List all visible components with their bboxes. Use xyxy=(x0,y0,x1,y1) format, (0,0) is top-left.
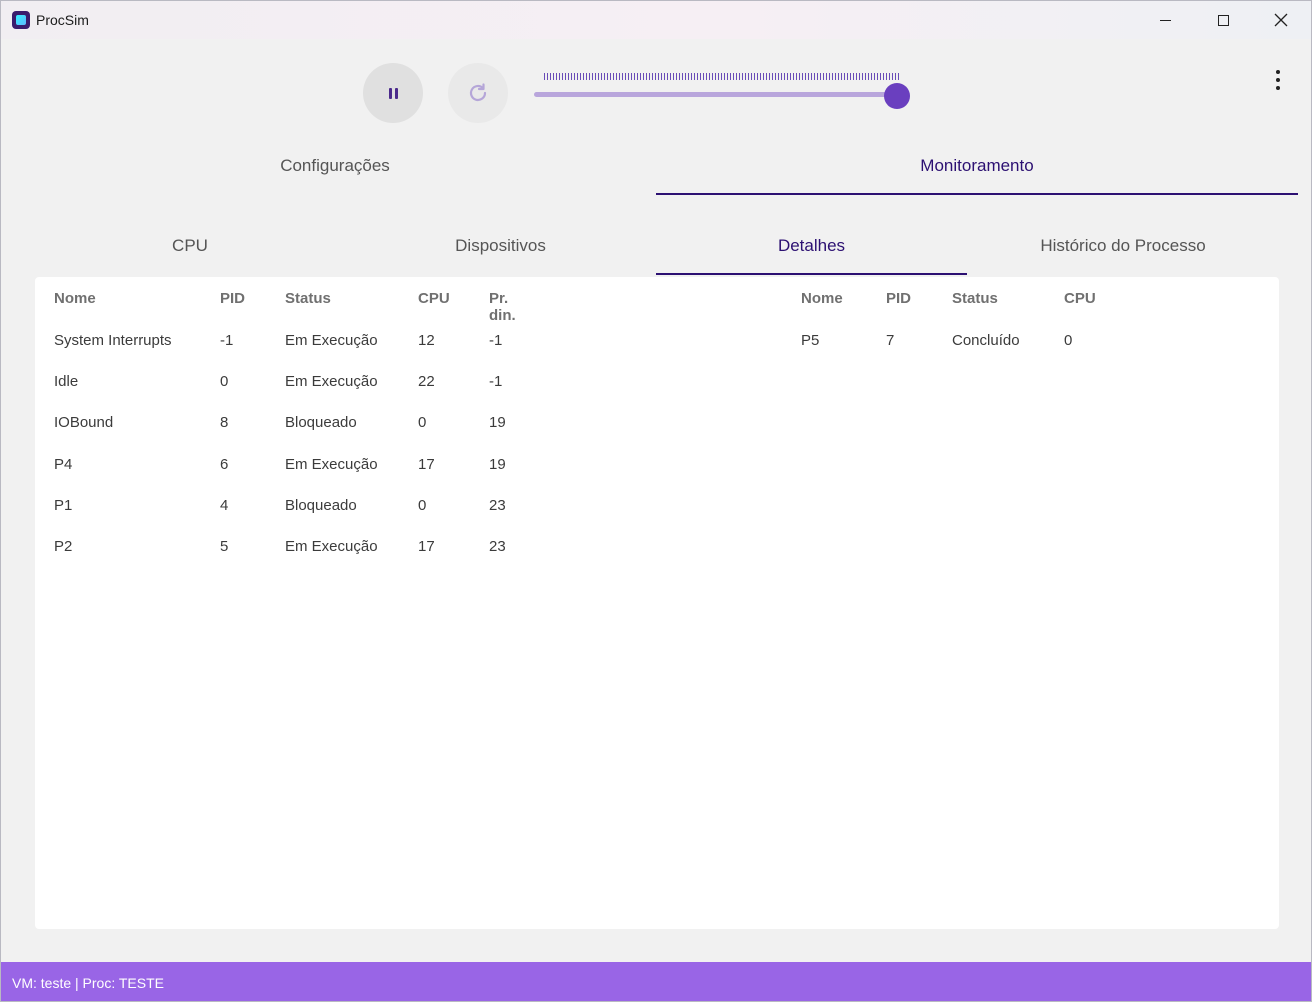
column-header[interactable]: Status xyxy=(285,290,331,307)
status-text: VM: teste | Proc: TESTE xyxy=(12,975,164,991)
table-cell: Em Execução xyxy=(285,538,378,555)
table-cell: P5 xyxy=(801,332,820,349)
active-subtab-indicator xyxy=(656,273,967,275)
table-cell: Em Execução xyxy=(285,456,378,473)
minimize-button[interactable] xyxy=(1136,1,1194,39)
column-header[interactable]: Status xyxy=(952,290,998,307)
column-header[interactable]: Nome xyxy=(801,290,843,307)
more-vert-icon xyxy=(1276,68,1280,92)
tab-configuracoes[interactable]: Configurações xyxy=(15,156,655,176)
close-button[interactable] xyxy=(1252,1,1310,39)
table-cell: 5 xyxy=(220,538,229,555)
window-title: ProcSim xyxy=(36,12,89,28)
table-cell: Em Execução xyxy=(285,373,378,390)
reload-icon xyxy=(469,83,487,102)
maximize-button[interactable] xyxy=(1194,1,1252,39)
table-cell: 0 xyxy=(220,373,229,390)
table-cell: 22 xyxy=(418,373,435,390)
column-header[interactable]: CPU xyxy=(1064,290,1096,307)
table-cell: 19 xyxy=(489,456,506,473)
table-cell: 17 xyxy=(418,456,435,473)
table-cell: -1 xyxy=(489,332,503,349)
maximize-icon xyxy=(1217,14,1229,26)
status-bar: VM: teste | Proc: TESTE xyxy=(1,962,1311,1001)
app-window: ProcSim Configurações Monitoramento CPU … xyxy=(0,0,1312,1002)
table-cell: 7 xyxy=(886,332,895,349)
column-header[interactable]: Nome xyxy=(54,290,96,307)
pause-button[interactable] xyxy=(363,63,423,123)
tab-dispositivos[interactable]: Dispositivos xyxy=(345,236,656,256)
column-header[interactable]: CPU xyxy=(418,290,450,307)
column-header[interactable]: PID xyxy=(220,290,245,307)
table-cell: 23 xyxy=(489,497,506,514)
table-cell: -1 xyxy=(489,373,503,390)
tab-historico-do-processo[interactable]: Histórico do Processo xyxy=(967,236,1279,256)
table-cell: P2 xyxy=(54,538,73,555)
table-cell: Bloqueado xyxy=(285,497,357,514)
table-cell: 19 xyxy=(489,414,506,431)
table-cell: Concluído xyxy=(952,332,1020,349)
pause-icon xyxy=(387,87,399,99)
table-cell: System Interrupts xyxy=(54,332,172,349)
table-cell: 0 xyxy=(1064,332,1073,349)
table-cell: IOBound xyxy=(54,414,114,431)
table-cell: Em Execução xyxy=(285,332,378,349)
table-cell: Idle xyxy=(54,373,79,390)
reload-button[interactable] xyxy=(448,63,508,123)
active-tab-indicator xyxy=(656,193,1298,195)
tab-cpu[interactable]: CPU xyxy=(35,236,345,256)
details-panel: Nome PID Status CPU Pr. din. System Interrupt… xyxy=(35,277,1279,929)
speed-slider[interactable] xyxy=(534,71,914,111)
title-bar: ProcSim xyxy=(1,1,1311,39)
table-cell: 0 xyxy=(418,414,427,431)
app-logo-icon xyxy=(12,11,30,29)
table-cell: 6 xyxy=(220,456,229,473)
close-icon xyxy=(1274,13,1288,27)
table-cell: 12 xyxy=(418,332,435,349)
table-cell: 8 xyxy=(220,414,229,431)
slider-thumb[interactable] xyxy=(884,83,910,109)
table-cell: Bloqueado xyxy=(285,414,357,431)
column-header[interactable]: Pr. din. xyxy=(489,290,516,324)
table-cell: P1 xyxy=(54,497,73,514)
table-cell: 17 xyxy=(418,538,435,555)
slider-ticks xyxy=(544,73,900,80)
tab-detalhes[interactable]: Detalhes xyxy=(656,236,967,256)
more-options-button[interactable] xyxy=(1267,67,1289,93)
column-header[interactable]: PID xyxy=(886,290,911,307)
table-cell: 0 xyxy=(418,497,427,514)
table-cell: -1 xyxy=(220,332,234,349)
table-cell: 23 xyxy=(489,538,506,555)
tab-monitoramento[interactable]: Monitoramento xyxy=(656,156,1298,176)
slider-track[interactable] xyxy=(534,92,899,97)
table-cell: 4 xyxy=(220,497,229,514)
table-cell: P4 xyxy=(54,456,73,473)
minimize-icon xyxy=(1159,19,1171,21)
